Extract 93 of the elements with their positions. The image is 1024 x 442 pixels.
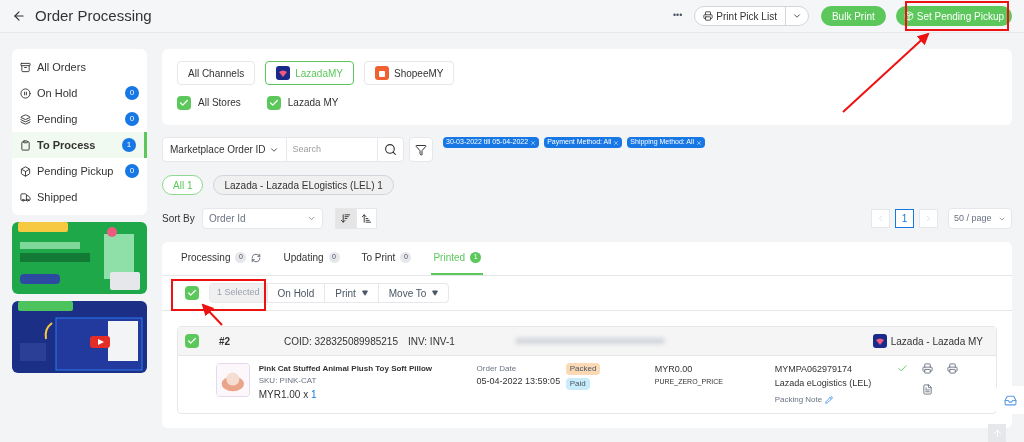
pencil-icon[interactable] bbox=[825, 396, 834, 404]
sort-ascending-icon[interactable] bbox=[356, 208, 377, 229]
button-label: Print Pick List bbox=[716, 9, 777, 24]
close-icon[interactable] bbox=[613, 139, 620, 146]
filter-icon bbox=[415, 143, 427, 156]
check-icon bbox=[187, 288, 197, 298]
checkbox[interactable] bbox=[185, 334, 199, 348]
store-logo-icon bbox=[872, 334, 887, 348]
sidebar-label: To Process bbox=[37, 137, 97, 153]
sidebar-label: On Hold bbox=[37, 85, 79, 101]
sort-select[interactable]: Order Id bbox=[202, 208, 323, 229]
order-channel: Lazada - Lazada MY bbox=[890, 334, 983, 349]
shipping-provider: Lazada eLogistics (LEL) bbox=[774, 376, 873, 390]
store-logo-icon bbox=[276, 66, 291, 80]
checkbox[interactable] bbox=[177, 95, 191, 110]
check-icon bbox=[187, 336, 197, 346]
sidebar-item[interactable]: On Hold 0 bbox=[12, 80, 147, 106]
previous-page-button[interactable] bbox=[871, 209, 890, 228]
dropdown-icon[interactable] bbox=[791, 11, 802, 21]
channel-tab[interactable]: All Channels bbox=[177, 61, 256, 85]
sort-descending-icon[interactable] bbox=[335, 208, 356, 229]
close-icon[interactable] bbox=[696, 139, 703, 146]
product-price: MYR1.00 x 1 bbox=[258, 388, 318, 402]
printer-icon[interactable] bbox=[947, 363, 959, 374]
product-sku: SKU: PINK-CAT bbox=[258, 375, 318, 387]
box-icon bbox=[20, 165, 31, 177]
refresh-icon[interactable] bbox=[251, 252, 262, 263]
count-badge: 0 bbox=[125, 164, 139, 178]
status-tag: Paid bbox=[565, 378, 590, 390]
date-label: Order Date bbox=[476, 363, 518, 375]
bulk-action-button[interactable]: Print bbox=[324, 284, 378, 302]
print-pick-list-button[interactable]: Print Pick List bbox=[694, 6, 809, 26]
sidebar-label: Pending bbox=[37, 111, 79, 127]
sort-label: Sort By bbox=[162, 212, 196, 226]
page-button[interactable]: 1 bbox=[895, 209, 914, 228]
pause-icon bbox=[20, 87, 31, 99]
sidebar-label: Pending Pickup bbox=[37, 163, 115, 179]
sidebar-item[interactable]: To Process 1 bbox=[12, 132, 147, 158]
channel-tab[interactable]: ShopeeMY bbox=[363, 61, 455, 85]
sidebar-item[interactable]: All Orders bbox=[12, 54, 147, 80]
store-label: All Stores bbox=[198, 96, 241, 110]
search-field[interactable]: Marketplace Order ID Search bbox=[162, 137, 404, 162]
shipping-filter-chip[interactable]: Lazada - Lazada ELogistics (LEL) 1 bbox=[213, 175, 394, 195]
document-icon[interactable] bbox=[922, 384, 934, 395]
inbox-icon bbox=[1003, 393, 1017, 407]
chevron-down-icon bbox=[307, 214, 316, 223]
checkbox[interactable] bbox=[266, 95, 281, 110]
back-icon[interactable] bbox=[12, 9, 26, 23]
layers-icon bbox=[20, 113, 31, 125]
count-badge: 1 bbox=[122, 138, 136, 152]
order-coid: COID: 328325089985215 bbox=[284, 334, 399, 349]
chevron-left-icon bbox=[876, 214, 885, 223]
sidebar-label: All Orders bbox=[37, 59, 87, 75]
status-tag: Packed bbox=[565, 363, 601, 375]
printer-icon[interactable] bbox=[922, 363, 934, 374]
selected-count: 1 Selected bbox=[210, 284, 267, 302]
sidebar-item[interactable]: Pending 0 bbox=[12, 106, 147, 132]
more-button[interactable]: ••• bbox=[672, 9, 683, 23]
sidebar-item[interactable]: Pending Pickup 0 bbox=[12, 158, 147, 184]
chevron-right-icon bbox=[924, 214, 933, 223]
order-invoice: INV: INV-1 bbox=[408, 334, 455, 349]
next-page-button[interactable] bbox=[919, 209, 938, 228]
page-size-select[interactable]: 50 / page bbox=[948, 208, 1012, 229]
sidebar-item[interactable]: Shipped bbox=[12, 184, 147, 210]
annotation-arrow bbox=[201, 303, 223, 326]
sidebar-label: Shipped bbox=[37, 189, 79, 205]
page-title: Order Processing bbox=[35, 5, 152, 26]
truck-icon bbox=[20, 191, 31, 203]
count-badge: 0 bbox=[125, 112, 139, 126]
checkbox[interactable] bbox=[185, 286, 199, 300]
search-type-select[interactable]: Marketplace Order ID bbox=[163, 138, 287, 161]
scroll-top-button[interactable] bbox=[988, 424, 1006, 442]
store-label: Lazada MY bbox=[287, 96, 339, 110]
arrow-up-icon bbox=[991, 427, 1003, 439]
shopping-bag-icon bbox=[374, 66, 389, 80]
search-icon[interactable] bbox=[384, 143, 397, 156]
filter-button[interactable] bbox=[409, 137, 433, 162]
close-icon[interactable] bbox=[530, 139, 537, 146]
check-icon bbox=[268, 97, 279, 108]
clipboard-icon bbox=[20, 139, 31, 151]
order-number[interactable]: #2 bbox=[219, 333, 284, 349]
packing-note-link[interactable]: Packing Note bbox=[774, 394, 898, 406]
printer-icon bbox=[703, 11, 714, 21]
tracking-number: MYMPA062979174 bbox=[774, 363, 854, 376]
bulk-action-button[interactable]: Move To bbox=[377, 284, 449, 302]
order-date: 05-04-2022 13:59:05 bbox=[476, 375, 562, 388]
product-name: Pink Cat Stuffed Animal Plush Toy Soft Pillow bbox=[258, 363, 434, 375]
order-total: MYR0.00 bbox=[654, 363, 694, 376]
check-icon bbox=[179, 97, 189, 108]
product-thumbnail bbox=[216, 363, 250, 397]
archive-icon bbox=[20, 61, 31, 73]
bulk-action-button[interactable]: On Hold bbox=[266, 284, 325, 302]
count-badge: 0 bbox=[125, 86, 139, 100]
